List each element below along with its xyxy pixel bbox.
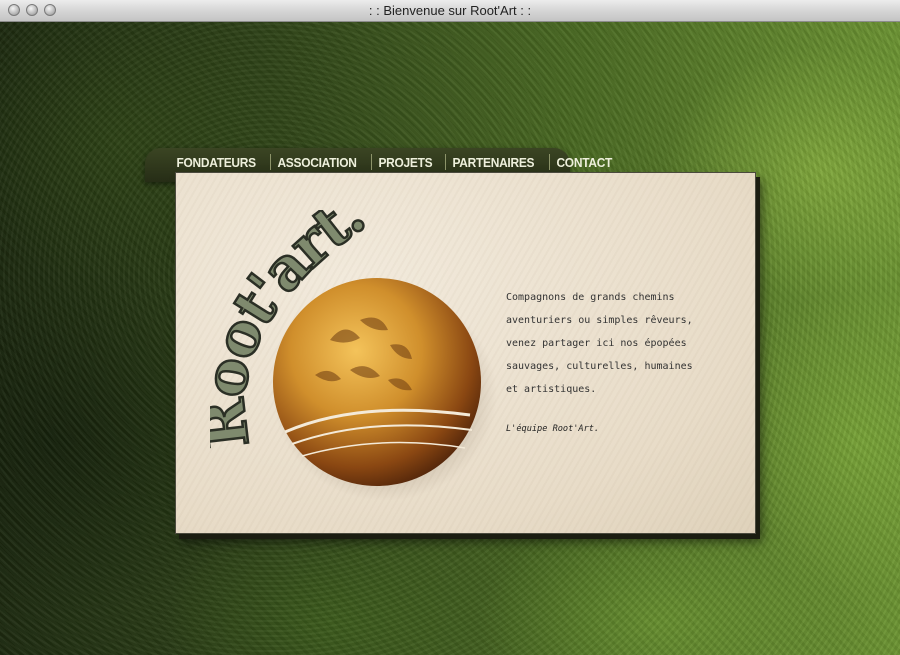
intro-line: Compagnons de grands chemins <box>506 292 675 303</box>
window-title-bar: : : Bienvenue sur Root'Art : : <box>0 0 900 22</box>
nav-fondateurs[interactable]: FONDATEURS <box>170 155 262 170</box>
main-nav: FONDATEURS ASSOCIATION PROJETS PARTENAIR… <box>170 153 624 171</box>
nav-contact[interactable]: CONTACT <box>550 155 619 170</box>
window-title: : : Bienvenue sur Root'Art : : <box>368 3 532 18</box>
intro-line: sauvages, culturelles, humaines <box>506 361 693 372</box>
intro-line: et artistiques. <box>506 384 597 395</box>
intro-line: venez partager ici nos épopées <box>506 338 687 349</box>
intro-line: aventuriers ou simples rêveurs, <box>506 315 693 326</box>
nav-association[interactable]: ASSOCIATION <box>271 155 363 170</box>
nav-partenaires[interactable]: PARTENAIRES <box>446 155 541 170</box>
nav-projets[interactable]: PROJETS <box>372 155 439 170</box>
signature: L'équipe Root'Art. <box>506 424 600 434</box>
intro-text: Compagnons de grands chemins aventuriers… <box>506 286 741 401</box>
root-art-logo: Root'art... <box>210 210 497 500</box>
